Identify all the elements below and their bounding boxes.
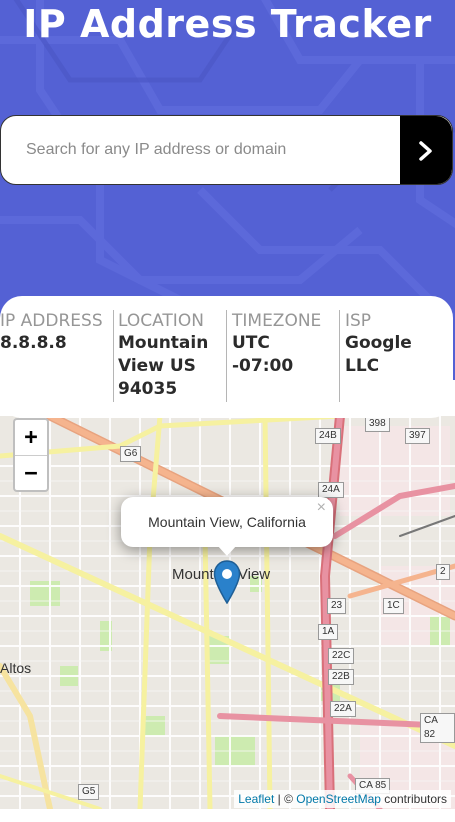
map-popup: Mountain View, California ×	[121, 497, 333, 556]
road-shield: 2	[436, 564, 450, 580]
road-shield: 398	[365, 416, 390, 432]
timezone-section: TIMEZONE UTC -07:00	[232, 310, 332, 402]
openstreetmap-link[interactable]: OpenStreetMap	[296, 792, 381, 806]
timezone-label: TIMEZONE	[232, 311, 322, 331]
ip-info-card: IP ADDRESS 8.8.8.8 LOCATION Mountain Vie…	[0, 296, 453, 418]
popup-text: Mountain View, California	[148, 514, 306, 530]
search-bar	[0, 115, 453, 185]
ip-address-label: IP ADDRESS	[0, 311, 103, 331]
leaflet-link[interactable]: Leaflet	[238, 792, 274, 806]
road-shield: G6	[120, 446, 142, 462]
road-shield: 1A	[318, 624, 339, 640]
map-place-label: Altos	[0, 660, 32, 676]
zoom-in-button[interactable]: +	[15, 420, 47, 456]
map-marker-icon[interactable]	[213, 560, 241, 608]
search-button[interactable]	[400, 116, 452, 184]
divider	[339, 310, 340, 402]
map-attribution: Leaflet | © OpenStreetMap contributors	[234, 790, 451, 808]
zoom-control: + −	[13, 418, 49, 492]
divider	[113, 310, 114, 402]
popup-close-button[interactable]: ×	[317, 499, 326, 517]
isp-value: Google LLC	[345, 333, 412, 376]
road-shield: 22C	[328, 648, 355, 664]
road-shield: 23	[327, 598, 347, 614]
road-shield: 1C	[383, 598, 404, 614]
road-shield: 397	[405, 428, 430, 444]
ip-address-value: 8.8.8.8	[0, 333, 67, 353]
road-shield: 24B	[315, 428, 341, 444]
popup-tip	[217, 545, 237, 556]
isp-section: ISP Google LLC	[345, 310, 445, 402]
isp-label: ISP	[345, 311, 372, 331]
zoom-out-button[interactable]: −	[15, 456, 47, 491]
location-value: Mountain View US 94035	[118, 333, 209, 399]
road-shield: G5	[78, 784, 100, 800]
ip-address-section: IP ADDRESS 8.8.8.8	[0, 310, 112, 402]
map-view[interactable]: Mountain View Altos G6 24B 398 397 24A 2…	[0, 416, 455, 809]
road-shield: 22A	[330, 701, 356, 717]
location-label: LOCATION	[118, 311, 204, 331]
road-shield: 22B	[328, 669, 354, 685]
page-title: IP Address Tracker	[23, 2, 432, 46]
road-shield: CA 82	[420, 713, 455, 743]
attribution-suffix: contributors	[380, 792, 447, 806]
road-shield: 24A	[318, 482, 344, 498]
attribution-separator: | ©	[274, 792, 297, 806]
search-input[interactable]	[1, 116, 401, 184]
timezone-value: UTC -07:00	[232, 333, 294, 376]
chevron-right-icon	[419, 141, 432, 161]
location-section: LOCATION Mountain View US 94035	[118, 310, 222, 402]
divider	[226, 310, 227, 402]
